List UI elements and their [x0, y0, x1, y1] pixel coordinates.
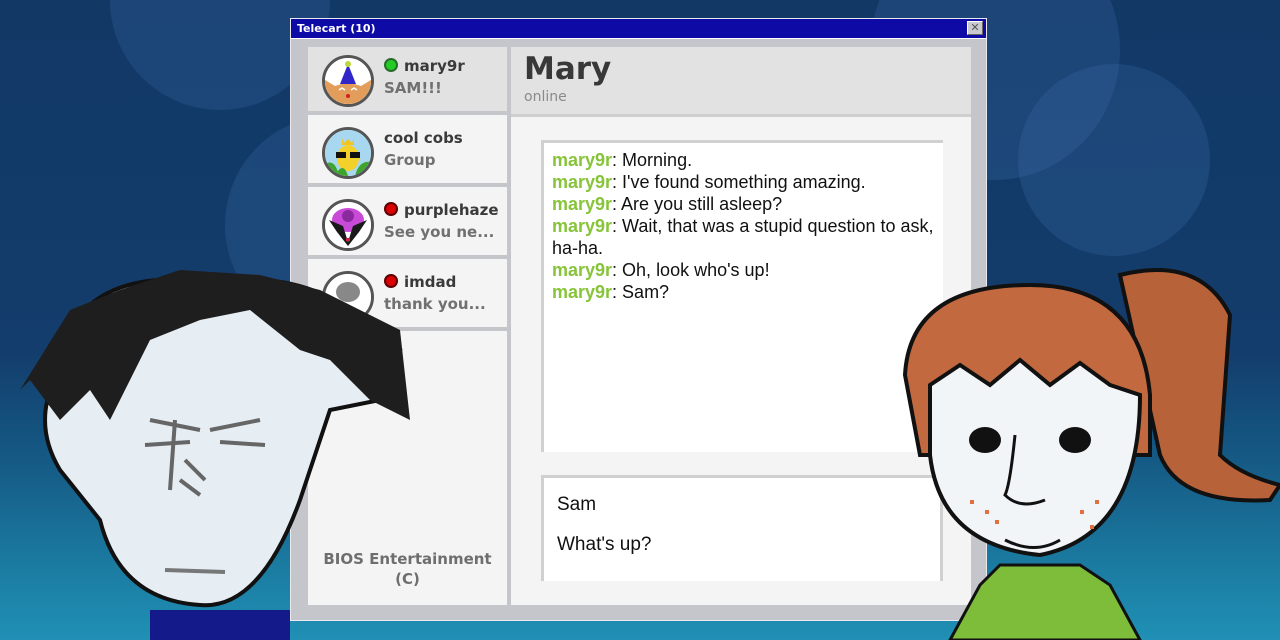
contact-preview: Group	[384, 151, 436, 169]
window-title: Telecart (10)	[297, 22, 376, 35]
corn-sunglasses-avatar	[322, 127, 374, 179]
message-text: : Morning.	[612, 150, 693, 170]
contact-name: cool cobs	[384, 129, 463, 147]
message: mary9r: I've found something amazing.	[552, 171, 935, 193]
close-button[interactable]: ✕	[967, 21, 983, 35]
message: mary9r: Wait, that was a stupid question…	[552, 215, 935, 259]
contact-item-purplehaze[interactable]: purplehaze See you ne...	[308, 191, 507, 259]
chat-header: Mary online	[511, 47, 971, 117]
chat-contact-status: online	[524, 89, 567, 105]
message-text: : Are you still asleep?	[612, 194, 783, 214]
message-sender: mary9r	[552, 260, 613, 280]
message-text: : I've found something amazing.	[612, 172, 866, 192]
contact-preview: See you ne...	[384, 223, 495, 241]
message: mary9r: Oh, look who's up!	[552, 259, 935, 281]
message-sender: mary9r	[552, 282, 613, 302]
online-status-icon	[384, 58, 398, 72]
message: mary9r: Morning.	[552, 149, 935, 171]
reply-option[interactable]: What's up?	[557, 534, 927, 556]
contact-item-mary9r[interactable]: mary9r SAM!!!	[308, 47, 507, 115]
contact-item-cool-cobs[interactable]: cool cobs Group	[308, 119, 507, 187]
background-bubble	[1018, 64, 1210, 256]
contact-name: purplehaze	[404, 201, 499, 219]
girl-character	[902, 268, 1280, 640]
reply-option[interactable]: Sam	[557, 494, 927, 516]
purple-creature-avatar	[322, 199, 374, 251]
title-bar[interactable]: Telecart (10) ✕	[291, 19, 986, 39]
message-sender: mary9r	[552, 216, 613, 236]
message-sender: mary9r	[552, 172, 613, 192]
contact-name: mary9r	[404, 57, 465, 75]
message-sender: mary9r	[552, 194, 613, 214]
offline-status-icon	[384, 202, 398, 216]
close-icon: ✕	[970, 21, 980, 34]
message-sender: mary9r	[552, 150, 613, 170]
message-text: : Sam?	[612, 282, 670, 302]
message-text: : Oh, look who's up!	[612, 260, 770, 280]
message: mary9r: Are you still asleep?	[552, 193, 935, 215]
party-cat-avatar	[322, 55, 374, 107]
contact-preview: SAM!!!	[384, 79, 442, 97]
chat-contact-name: Mary	[524, 51, 612, 87]
message: mary9r: Sam?	[552, 281, 935, 303]
boy-character	[20, 270, 410, 640]
